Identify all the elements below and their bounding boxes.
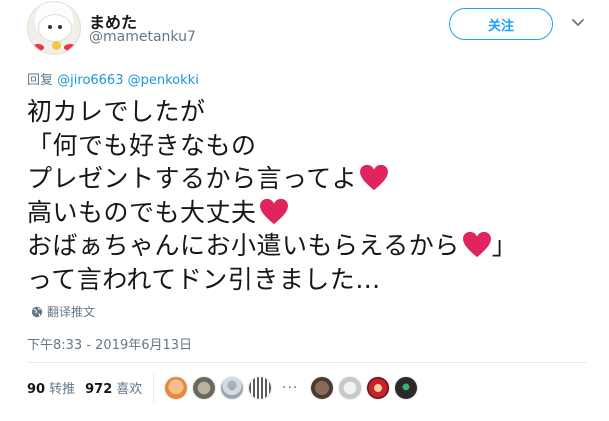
avatar-decoration — [32, 44, 44, 51]
more-ellipsis: ··· — [282, 380, 299, 396]
translate-label: 翻译推文 — [47, 305, 96, 319]
liker-avatar[interactable] — [366, 376, 391, 400]
liker-avatar[interactable] — [310, 376, 335, 400]
heart-icon — [360, 164, 389, 191]
liker-avatar[interactable] — [338, 376, 363, 400]
like-stat[interactable]: 972 喜欢 — [85, 378, 142, 397]
mention-link[interactable]: @jiro6663 — [57, 73, 123, 88]
liker-avatar[interactable] — [394, 376, 419, 400]
avatar-decoration — [52, 41, 61, 50]
tweet-line: プレゼントするから言ってよ — [27, 162, 587, 196]
chevron-down-icon[interactable] — [571, 16, 585, 30]
avatar-face — [38, 14, 72, 42]
avatar-eye — [58, 25, 62, 29]
retweet-count: 90 — [27, 382, 46, 397]
tweet-line-text: おばぁちゃんにお小遣いもらえるから — [27, 231, 460, 260]
like-label: 喜欢 — [116, 382, 143, 397]
closing-bracket: 」 — [491, 231, 518, 260]
tweet-line: 初カレでしたが — [27, 95, 587, 129]
liker-avatar[interactable] — [248, 376, 272, 400]
avatar-decoration — [64, 44, 76, 51]
avatar[interactable] — [27, 1, 81, 55]
mention-link[interactable]: @penkokki — [128, 73, 199, 88]
tweet-line-text: 初カレでしたが — [27, 97, 206, 126]
reply-prefix: 回复 — [27, 73, 54, 88]
retweet-label: 转推 — [49, 382, 76, 397]
translate-link[interactable]: 翻译推文 — [31, 303, 95, 320]
tweet-stats: 90 转推 972 喜欢 — [27, 378, 142, 397]
retweet-stat[interactable]: 90 转推 — [27, 378, 75, 397]
stats-separator — [153, 372, 154, 404]
tweet-line: おばぁちゃんにお小遣いもらえるから 」 — [27, 229, 587, 263]
user-handle[interactable]: @mametanku7 — [89, 29, 196, 45]
globe-icon — [31, 306, 43, 317]
timestamp[interactable]: 下午8:33 - 2019年6月13日 — [27, 334, 192, 353]
tweet-line-text: 「何でも好きなもの — [27, 130, 257, 160]
tweet-line: 高いものでも大丈夫 — [27, 196, 587, 230]
divider — [27, 362, 587, 363]
tweet-line-text: プレゼントするから言ってよ — [27, 164, 358, 193]
liker-avatar[interactable] — [192, 376, 216, 400]
heart-icon — [462, 231, 491, 258]
tweet-line: 「何でも好きなもの — [27, 129, 587, 163]
heart-icon — [259, 198, 288, 224]
avatar-eye — [48, 25, 52, 29]
tweet-line: って言われてドン引きました… — [27, 263, 587, 297]
liker-avatar[interactable] — [164, 376, 188, 400]
liker-avatar[interactable] — [220, 376, 244, 400]
reply-context: 回复 @jiro6663 @penkokki — [27, 69, 199, 88]
tweet-line-text: って言われてドン引きました… — [27, 264, 381, 294]
like-count: 972 — [85, 382, 113, 397]
liker-avatars: ··· — [164, 376, 422, 400]
tweet-line-text: 高いものでも大丈夫 — [27, 197, 257, 227]
tweet-text: 初カレでしたが 「何でも好きなもの プレゼントするから言ってよ 高いものでも大丈… — [27, 95, 587, 296]
follow-button[interactable]: 关注 — [449, 8, 553, 40]
